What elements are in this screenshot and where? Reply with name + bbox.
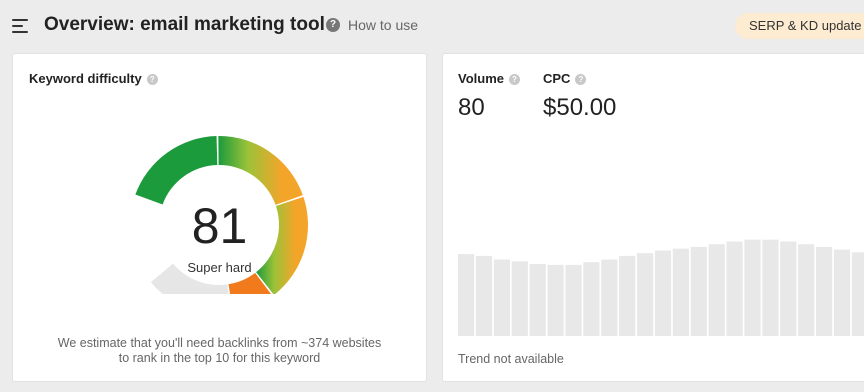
- trend-bar: [798, 244, 815, 336]
- page-header: Overview: email marketing tool ? How to …: [0, 0, 864, 52]
- backlinks-estimate-note: We estimate that you'll need backlinks f…: [13, 336, 426, 366]
- page-title: Overview: email marketing tool: [44, 14, 325, 35]
- volume-cpc-card: Volume? CPC? 80 $50.00 Trend not availab…: [442, 53, 864, 382]
- trend-bar: [851, 252, 864, 336]
- backlinks-estimate-line-2: to rank in the top 10 for this keyword: [118, 351, 321, 365]
- trend-bar: [833, 249, 851, 336]
- trend-bar: [762, 239, 779, 336]
- how-to-use-link[interactable]: ? How to use: [326, 17, 418, 33]
- serp-kd-update-badge[interactable]: SERP & KD update: [735, 13, 864, 39]
- trend-bar: [637, 253, 654, 336]
- trend-bar: [493, 259, 510, 336]
- trend-bar: [511, 261, 528, 336]
- volume-trend-chart: [458, 239, 864, 336]
- trend-bar: [529, 264, 546, 336]
- trend-bar: [583, 262, 600, 336]
- trend-bar: [654, 250, 672, 336]
- trend-bar: [475, 255, 493, 336]
- trend-bar: [619, 255, 636, 336]
- difficulty-gauge: [135, 136, 308, 294]
- trend-bar: [708, 244, 725, 336]
- trend-bar: [458, 254, 475, 336]
- trend-bar: [601, 259, 618, 336]
- trend-bar: [547, 264, 564, 336]
- trend-bar: [780, 241, 797, 336]
- trend-bar: [690, 246, 707, 336]
- trend-bar: [726, 241, 743, 336]
- trend-bar: [672, 248, 689, 336]
- keyword-difficulty-card: Keyword difficulty? 81 Super hard We est…: [12, 53, 427, 382]
- how-to-use-label: How to use: [348, 17, 419, 33]
- question-circle-icon: ?: [326, 18, 340, 32]
- trend-bar: [744, 239, 761, 336]
- difficulty-rating: Super hard: [187, 260, 252, 275]
- difficulty-score: 81: [191, 198, 248, 254]
- trend-note: Trend not available: [458, 352, 564, 366]
- gauge-segment-low: [135, 136, 218, 205]
- backlinks-estimate-line-1: We estimate that you'll need backlinks f…: [57, 336, 382, 350]
- trend-bar: [565, 264, 582, 336]
- gauge-segment-mid-low: [218, 136, 303, 205]
- hamburger-menu-icon[interactable]: [12, 19, 28, 33]
- trend-bar: [816, 246, 833, 336]
